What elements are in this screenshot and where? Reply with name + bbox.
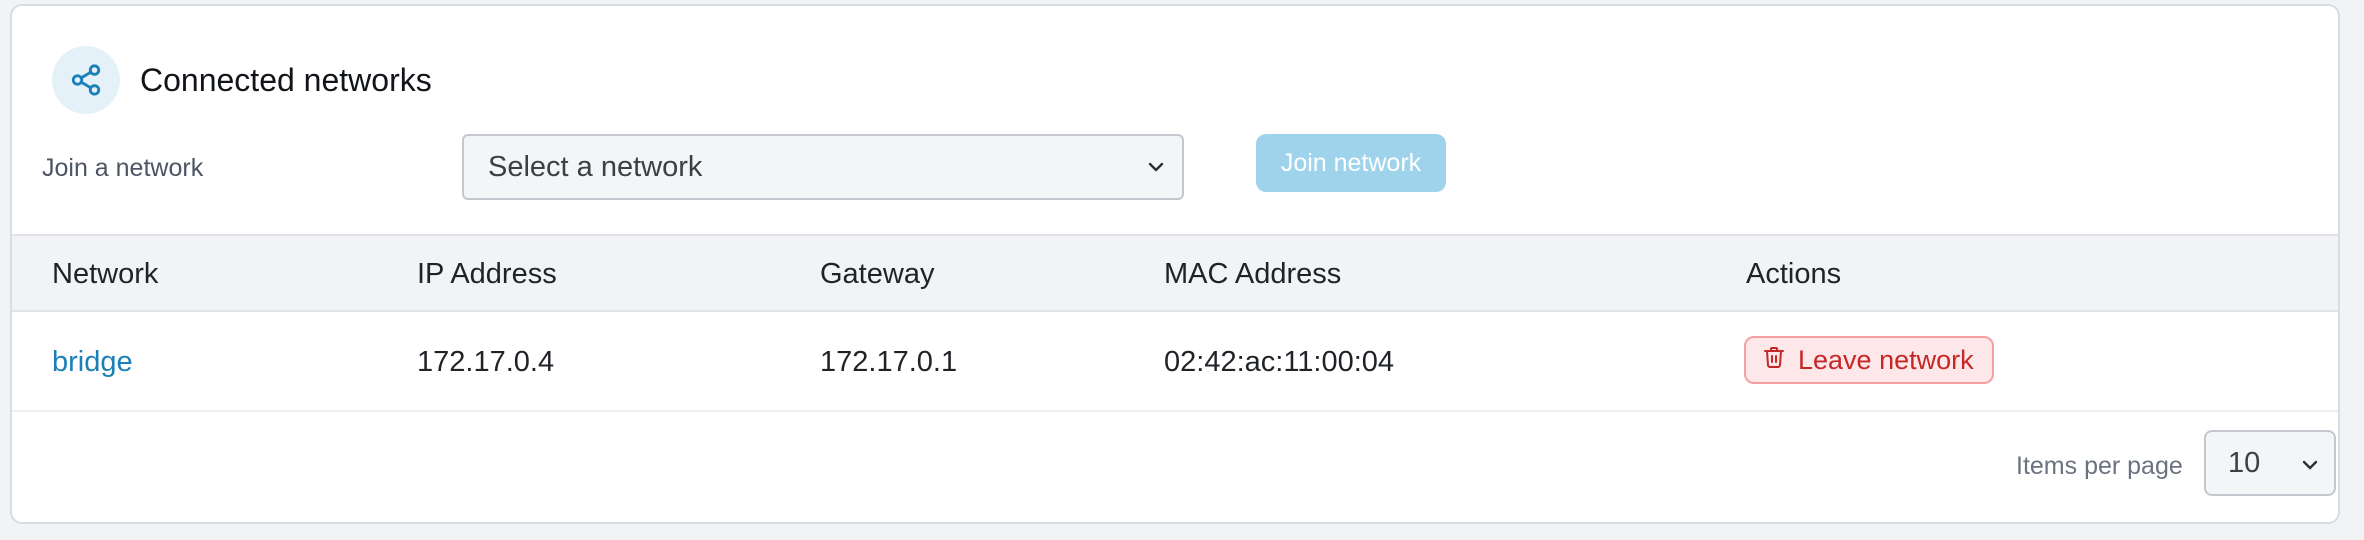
join-network-label: Join a network: [42, 154, 204, 182]
table-header: Network IP Address Gateway MAC Address A…: [12, 234, 2338, 312]
column-header-ip-address: IP Address: [417, 258, 557, 290]
join-network-button[interactable]: Join network: [1256, 134, 1446, 192]
chevron-down-icon: [2298, 452, 2322, 485]
column-header-actions: Actions: [1746, 258, 1842, 290]
column-header-gateway: Gateway: [820, 258, 935, 290]
network-link[interactable]: bridge: [52, 346, 133, 379]
connected-networks-panel: Connected networks Join a network Select…: [10, 4, 2340, 524]
table-row: bridge 172.17.0.4 172.17.0.1 02:42:ac:11…: [12, 312, 2338, 412]
gateway-cell: 172.17.0.1: [820, 346, 958, 378]
ip-address-cell: 172.17.0.4: [417, 346, 555, 378]
pagination-footer: Items per page 10: [12, 430, 2338, 500]
network-select-value: Select a network: [488, 150, 703, 183]
items-per-page-value: 10: [2228, 446, 2261, 479]
column-header-mac-address: MAC Address: [1164, 258, 1342, 290]
share-icon: [52, 46, 120, 114]
chevron-down-icon: [1144, 154, 1168, 187]
leave-network-button[interactable]: Leave network: [1744, 336, 1994, 384]
items-per-page-select[interactable]: 10: [2204, 430, 2336, 496]
trash-icon: [1762, 344, 1786, 377]
items-per-page-label: Items per page: [2016, 452, 2183, 480]
network-select[interactable]: Select a network: [462, 134, 1184, 200]
panel-title: Connected networks: [140, 61, 432, 98]
join-network-row: Join a network Select a network Join net…: [42, 134, 2242, 204]
column-header-network: Network: [52, 258, 159, 290]
panel-header: Connected networks: [52, 46, 432, 114]
networks-table: Network IP Address Gateway MAC Address A…: [12, 234, 2338, 412]
leave-network-label: Leave network: [1798, 344, 1974, 375]
mac-address-cell: 02:42:ac:11:00:04: [1164, 346, 1395, 378]
